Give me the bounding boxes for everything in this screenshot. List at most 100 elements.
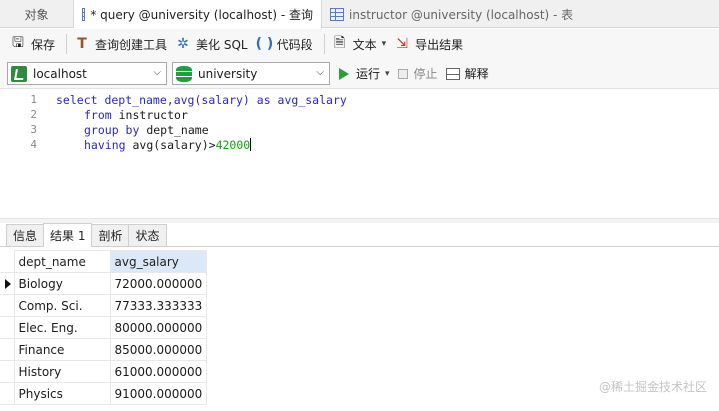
table-cell[interactable]: 77333.333333 [109,294,208,317]
database-select[interactable]: university ⌵ [172,62,330,85]
row-indicator [0,294,15,317]
export-icon: ⇲ [396,36,409,52]
line-number: 4 [30,138,37,151]
sql-keyword: from [84,108,112,122]
stop-label: 停止 [413,67,438,81]
query-toolbar: 🖫 保存 T 查询创建工具 ✲ 美化 SQL ( ) 代码段 🗎 文本 ▾ ⇲ 导出结果 [0,29,719,59]
table-cell[interactable]: Elec. Eng. [13,316,111,339]
row-indicator-header [0,250,15,273]
document-icon: 🗎 [333,35,346,51]
row-indicator [0,360,15,383]
code-line: having avg(salary)>42000 [84,138,252,152]
connection-select[interactable]: localhost ⌵ [7,62,167,85]
sql-number: 42000 [215,138,251,152]
table-icon [330,7,344,21]
snippet-label: 代码段 [276,37,313,52]
query-builder-label: 查询创建工具 [95,37,168,52]
text-button[interactable]: 🗎 文本 ▾ [330,32,393,56]
export-label: 导出结果 [415,37,464,52]
query-table-icon [82,7,86,21]
run-button[interactable]: 运行 ▾ [339,65,390,82]
sql-text: select dept_name,avg(salary) as avg_sala… [56,93,347,107]
result-grid: dept_name avg_salary Biology 72000.00000… [0,250,719,411]
code-line: select dept_name,avg(salary) as avg_sala… [56,93,347,107]
sql-keyword: having [84,138,126,152]
table-cell[interactable]: Finance [13,338,111,361]
braces-icon: ( ) [255,36,274,52]
run-label: 运行 [356,67,381,81]
line-number: 3 [30,123,37,136]
connection-value: localhost [33,66,87,81]
tab-info[interactable]: 信息 [6,224,45,246]
table-row[interactable]: Comp. Sci. 77333.333333 [0,294,208,317]
current-row-pointer-icon [5,279,11,289]
column-header-avg-salary[interactable]: avg_salary [109,250,208,273]
sql-text: instructor [111,108,188,122]
tab-objects[interactable]: 对象 [0,0,74,28]
beautify-sql-button[interactable]: ✲ 美化 SQL [173,32,254,56]
tab-profile[interactable]: 剖析 [91,224,130,246]
line-number: 2 [30,108,37,121]
save-button[interactable]: 🖫 保存 [8,32,61,56]
row-indicator [0,272,15,295]
sql-text: avg(salary)> [125,138,216,152]
table-row[interactable]: Biology 72000.000000 [0,272,208,295]
connection-icon [11,65,27,82]
tab-status[interactable]: 状态 [128,224,167,246]
table-row[interactable]: History 61000.000000 [0,360,208,383]
query-builder-button[interactable]: T 查询创建工具 [72,32,173,56]
sql-editor[interactable]: 1 2 3 4 select dept_name,avg(salary) as … [0,90,719,218]
table-cell[interactable]: 80000.000000 [109,316,208,339]
table-cell[interactable]: Biology [13,272,111,295]
database-value: university [198,66,258,81]
tab-bar: 对象 * query @university (localhost) - 查询 … [0,0,719,29]
table-cell[interactable]: 72000.000000 [109,272,208,295]
export-results-button[interactable]: ⇲ 导出结果 [392,32,469,56]
chevron-down-icon: ▾ [381,39,387,49]
text-label: 文本 [352,37,377,52]
table-cell[interactable]: History [13,360,111,383]
tab-result-1[interactable]: 结果 1 [43,223,93,247]
tab-instructor-table[interactable]: instructor @university (localhost) - 表 [322,0,719,28]
magic-wand-icon: ✲ [177,36,189,52]
row-indicator [0,338,15,361]
save-icon: 🖫 [12,35,24,51]
save-label: 保存 [31,37,56,52]
query-builder-icon: T [77,36,87,52]
column-header-dept-name[interactable]: dept_name [13,250,111,273]
line-number: 1 [30,93,37,106]
tab-query-label: * query @university (localhost) - 查询 [90,7,313,22]
result-tabs: 信息 结果 1 剖析 状态 [0,223,719,247]
beautify-label: 美化 SQL [196,37,248,52]
database-icon [176,65,192,82]
explain-button[interactable]: 解释 [445,65,489,82]
table-cell[interactable]: Physics [13,382,111,405]
table-row[interactable]: Finance 85000.000000 [0,338,208,361]
toolbar-divider [66,34,68,54]
chevron-down-icon[interactable]: ▾ [385,69,390,79]
snippet-button[interactable]: ( ) 代码段 [254,32,319,56]
explain-icon [445,67,460,80]
table-row[interactable]: Physics 91000.000000 [0,382,208,405]
table-cell[interactable]: 85000.000000 [109,338,208,361]
table-cell[interactable]: 61000.000000 [109,360,208,383]
chevron-down-icon: ⌵ [316,67,324,78]
sql-keyword: group by [84,123,140,137]
row-indicator [0,316,15,339]
table-cell[interactable]: Comp. Sci. [13,294,111,317]
text-cursor [250,138,252,151]
table-row[interactable]: Elec. Eng. 80000.000000 [0,316,208,339]
stop-button[interactable]: 停止 [397,65,438,82]
connection-toolbar: localhost ⌵ university ⌵ 运行 ▾ 停止 解释 [0,59,719,89]
watermark: @稀土掘金技术社区 [598,380,707,394]
code-line: group by dept_name [84,123,209,137]
explain-label: 解释 [464,67,489,81]
line-number-gutter: 1 2 3 4 [0,90,40,218]
table-cell[interactable]: 91000.000000 [109,382,208,405]
tab-query[interactable]: * query @university (localhost) - 查询 [74,0,322,29]
header-row: dept_name avg_salary [0,250,208,273]
sql-text: dept_name [139,123,209,137]
result-table: dept_name avg_salary Biology 72000.00000… [0,250,208,405]
tab-objects-label: 对象 [24,7,49,22]
chevron-down-icon: ⌵ [153,67,161,78]
